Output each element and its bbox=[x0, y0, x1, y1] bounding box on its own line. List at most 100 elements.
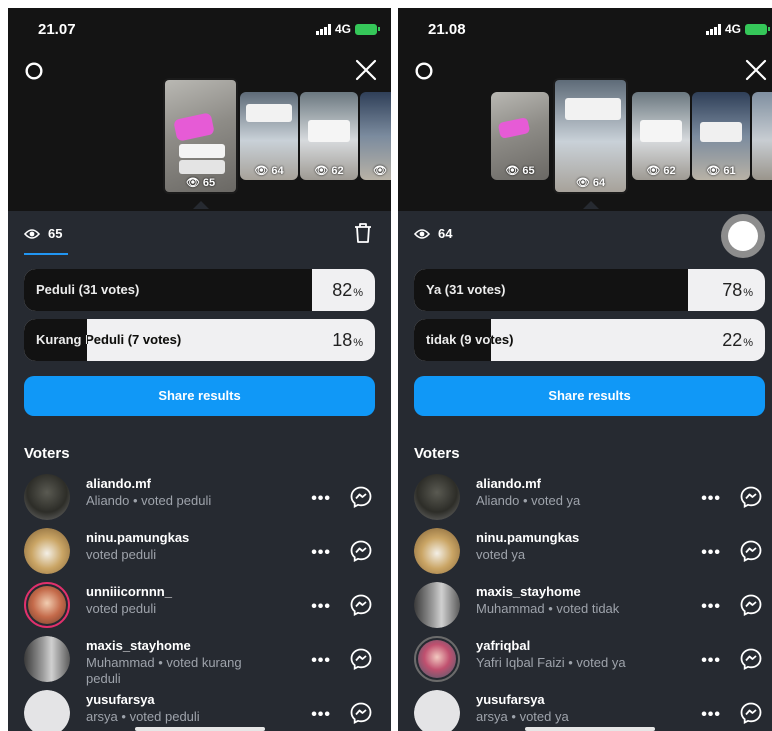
poll-option-percent: 22% bbox=[722, 330, 753, 350]
voter-row[interactable]: yusufarsya arsya • voted peduli ••• bbox=[20, 686, 379, 731]
view-count-value: 65 bbox=[48, 226, 63, 241]
battery-icon bbox=[355, 23, 380, 35]
view-count-value: 64 bbox=[438, 226, 453, 241]
avatar[interactable] bbox=[24, 690, 70, 731]
voter-username[interactable]: yafriqbal bbox=[476, 638, 530, 653]
voter-username[interactable]: yusufarsya bbox=[86, 692, 155, 707]
voter-username[interactable]: yusufarsya bbox=[476, 692, 545, 707]
voter-row[interactable]: aliando.mf Aliando • voted peduli ••• bbox=[20, 470, 379, 524]
voter-row[interactable]: maxis_stayhome Muhammad • voted tidak ••… bbox=[410, 578, 769, 632]
messenger-icon[interactable] bbox=[349, 593, 373, 617]
voter-username[interactable]: maxis_stayhome bbox=[476, 584, 581, 599]
avatar[interactable] bbox=[414, 690, 460, 731]
more-dots-icon[interactable]: ••• bbox=[311, 598, 331, 616]
voter-username[interactable]: aliando.mf bbox=[476, 476, 541, 491]
voter-username[interactable]: maxis_stayhome bbox=[86, 638, 191, 653]
avatar[interactable] bbox=[24, 582, 70, 628]
voter-username[interactable]: ninu.pamungkas bbox=[86, 530, 189, 545]
messenger-icon[interactable] bbox=[739, 647, 763, 671]
status-bar-right: 4G bbox=[315, 22, 380, 36]
network-type: 4G bbox=[334, 22, 351, 36]
poll-option-percent: 78% bbox=[722, 280, 753, 300]
voter-row[interactable]: ninu.pamungkas voted peduli ••• bbox=[20, 524, 379, 578]
voter-username[interactable]: ninu.pamungkas bbox=[476, 530, 579, 545]
messenger-icon[interactable] bbox=[349, 701, 373, 725]
messenger-icon[interactable] bbox=[349, 647, 373, 671]
avatar[interactable] bbox=[414, 528, 460, 574]
poll-option-label: Ya (31 votes) bbox=[426, 282, 506, 297]
avatar[interactable] bbox=[414, 582, 460, 628]
home-indicator bbox=[134, 727, 265, 731]
signal-icon bbox=[705, 23, 721, 35]
voter-detail: Aliando • voted peduli bbox=[86, 493, 212, 508]
poll-option-percent: 82% bbox=[332, 280, 363, 300]
messenger-icon[interactable] bbox=[739, 539, 763, 563]
trash-icon[interactable] bbox=[353, 222, 373, 244]
more-dots-icon[interactable]: ••• bbox=[701, 598, 721, 616]
story-thumb[interactable]: 👁 64 bbox=[553, 78, 628, 194]
signal-icon bbox=[315, 23, 331, 35]
story-thumb[interactable] bbox=[752, 92, 772, 180]
voter-row[interactable]: maxis_stayhome Muhammad • voted kurang p… bbox=[20, 632, 379, 686]
avatar[interactable] bbox=[414, 636, 460, 682]
more-dots-icon[interactable]: ••• bbox=[311, 490, 331, 508]
story-thumb[interactable]: 👁 62 bbox=[632, 92, 690, 180]
poll-option-bar: Ya (31 votes) 78% bbox=[414, 269, 765, 311]
more-dots-icon[interactable]: ••• bbox=[701, 706, 721, 724]
story-thumb[interactable]: 👁 62 bbox=[300, 92, 358, 180]
view-count[interactable]: 65 bbox=[24, 226, 62, 241]
status-time: 21.08 bbox=[428, 21, 466, 38]
messenger-icon[interactable] bbox=[739, 593, 763, 617]
poll-option-label: tidak (9 votes) bbox=[426, 332, 514, 347]
voter-detail: Yafri Iqbal Faizi • voted ya bbox=[476, 655, 626, 670]
share-results-button[interactable]: Share results bbox=[414, 376, 765, 416]
more-dots-icon[interactable]: ••• bbox=[311, 706, 331, 724]
eye-icon bbox=[24, 228, 40, 239]
more-dots-icon[interactable]: ••• bbox=[701, 652, 721, 670]
thumb-view-count: 👁 64 bbox=[254, 165, 284, 177]
voter-row[interactable]: unniiicornnn_ voted peduli ••• bbox=[20, 578, 379, 632]
thumb-view-count: 👁 bbox=[373, 165, 387, 177]
story-thumb[interactable]: 👁 64 bbox=[240, 92, 298, 180]
messenger-icon[interactable] bbox=[349, 485, 373, 509]
more-dots-icon[interactable]: ••• bbox=[701, 544, 721, 562]
voter-detail: Aliando • voted ya bbox=[476, 493, 581, 508]
story-thumb[interactable]: 👁 65 bbox=[163, 78, 238, 194]
avatar[interactable] bbox=[24, 474, 70, 520]
more-dots-icon[interactable]: ••• bbox=[701, 490, 721, 508]
voters-heading: Voters bbox=[24, 445, 70, 462]
thumb-view-count: 👁 65 bbox=[185, 177, 216, 189]
story-thumbnails: 👁 65 👁 64 👁 62 👁 bbox=[8, 78, 391, 198]
voter-row[interactable]: ninu.pamungkas voted ya ••• bbox=[410, 524, 769, 578]
voter-detail: Muhammad • voted tidak bbox=[476, 601, 620, 616]
home-indicator bbox=[524, 727, 655, 731]
messenger-icon[interactable] bbox=[349, 539, 373, 563]
story-thumb[interactable]: 👁 bbox=[360, 92, 391, 180]
messenger-icon[interactable] bbox=[739, 701, 763, 725]
view-count[interactable]: 64 bbox=[414, 226, 452, 241]
network-type: 4G bbox=[724, 22, 741, 36]
thumb-view-count: 👁 61 bbox=[706, 165, 736, 177]
voter-detail: arsya • voted ya bbox=[476, 709, 569, 724]
capture-button[interactable] bbox=[721, 214, 765, 258]
story-thumb[interactable]: 👁 61 bbox=[692, 92, 750, 180]
thumb-view-count: 👁 62 bbox=[646, 165, 676, 177]
left-screenshot: 21.07 4G 👁 65 👁 64 👁 62 👁 65 Peduli (31 … bbox=[8, 8, 391, 731]
more-dots-icon[interactable]: ••• bbox=[311, 652, 331, 670]
voter-username[interactable]: aliando.mf bbox=[86, 476, 151, 491]
voter-username[interactable]: unniiicornnn_ bbox=[86, 584, 172, 599]
voter-row[interactable]: aliando.mf Aliando • voted ya ••• bbox=[410, 470, 769, 524]
story-thumb[interactable]: 👁 65 bbox=[491, 92, 549, 180]
avatar[interactable] bbox=[24, 636, 70, 682]
avatar[interactable] bbox=[24, 528, 70, 574]
messenger-icon[interactable] bbox=[739, 485, 763, 509]
share-results-button[interactable]: Share results bbox=[24, 376, 375, 416]
status-time: 21.07 bbox=[38, 21, 76, 38]
voter-detail: voted peduli bbox=[86, 601, 157, 616]
more-dots-icon[interactable]: ••• bbox=[311, 544, 331, 562]
thumb-view-count: 👁 62 bbox=[314, 165, 344, 177]
avatar[interactable] bbox=[414, 474, 460, 520]
voter-detail: voted peduli bbox=[86, 547, 157, 562]
voter-row[interactable]: yafriqbal Yafri Iqbal Faizi • voted ya •… bbox=[410, 632, 769, 686]
voter-row[interactable]: yusufarsya arsya • voted ya ••• bbox=[410, 686, 769, 731]
